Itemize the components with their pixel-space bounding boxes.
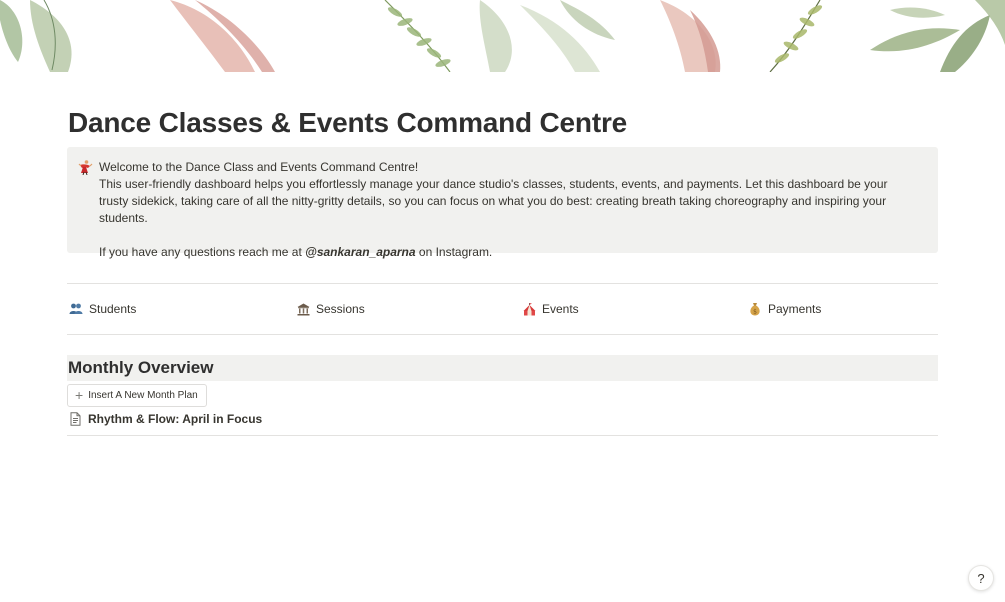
callout-description: This user-friendly dashboard helps you e… (99, 177, 888, 225)
page-link-april[interactable]: Rhythm & Flow: April in Focus (69, 410, 262, 428)
circus-tent-icon (522, 302, 536, 316)
nav-events-label: Events (542, 302, 579, 316)
contact-suffix: on Instagram. (415, 245, 493, 259)
contact-prefix: If you have any questions reach me at (99, 245, 306, 259)
page-link-april-label: Rhythm & Flow: April in Focus (88, 412, 263, 426)
nav-students-label: Students (89, 302, 137, 316)
instagram-handle: @sankaran_aparna (305, 245, 416, 259)
help-button[interactable]: ? (968, 565, 994, 591)
plus-icon: + (75, 387, 84, 403)
nav-payments[interactable]: $ Payments (748, 297, 821, 321)
nav-sessions-label: Sessions (316, 302, 365, 316)
page-title: Dance Classes & Events Command Centre (68, 107, 628, 138)
callout-contact-line: If you have any questions reach me at @s… (99, 244, 899, 261)
nav-sessions[interactable]: Sessions (296, 297, 365, 321)
insert-month-plan-label: Insert A New Month Plan (88, 390, 198, 401)
monthly-overview-header: Monthly Overview (67, 355, 938, 381)
monthly-overview-heading: Monthly Overview (68, 358, 214, 377)
cover-image (0, 0, 1005, 72)
nav-students[interactable]: Students (69, 297, 136, 321)
nav-payments-label: Payments (768, 302, 822, 316)
dancer-icon (77, 159, 93, 176)
welcome-callout: Welcome to the Dance Class and Events Co… (67, 147, 938, 259)
divider-top (67, 283, 938, 284)
callout-welcome-line: Welcome to the Dance Class and Events Co… (99, 160, 419, 174)
divider-middle (67, 334, 938, 335)
page-icon (69, 412, 82, 426)
help-label: ? (977, 570, 985, 586)
insert-month-plan-button[interactable]: + Insert A New Month Plan (67, 384, 207, 407)
classical-building-icon (296, 302, 310, 316)
nav-events[interactable]: Events (522, 297, 579, 321)
callout-text: Welcome to the Dance Class and Events Co… (99, 159, 899, 261)
money-bag-icon: $ (748, 302, 762, 316)
quick-nav: Students Sessions Events $ Payments (67, 297, 938, 321)
people-icon (69, 302, 83, 316)
svg-text:$: $ (753, 309, 757, 316)
divider-bottom (67, 435, 938, 436)
